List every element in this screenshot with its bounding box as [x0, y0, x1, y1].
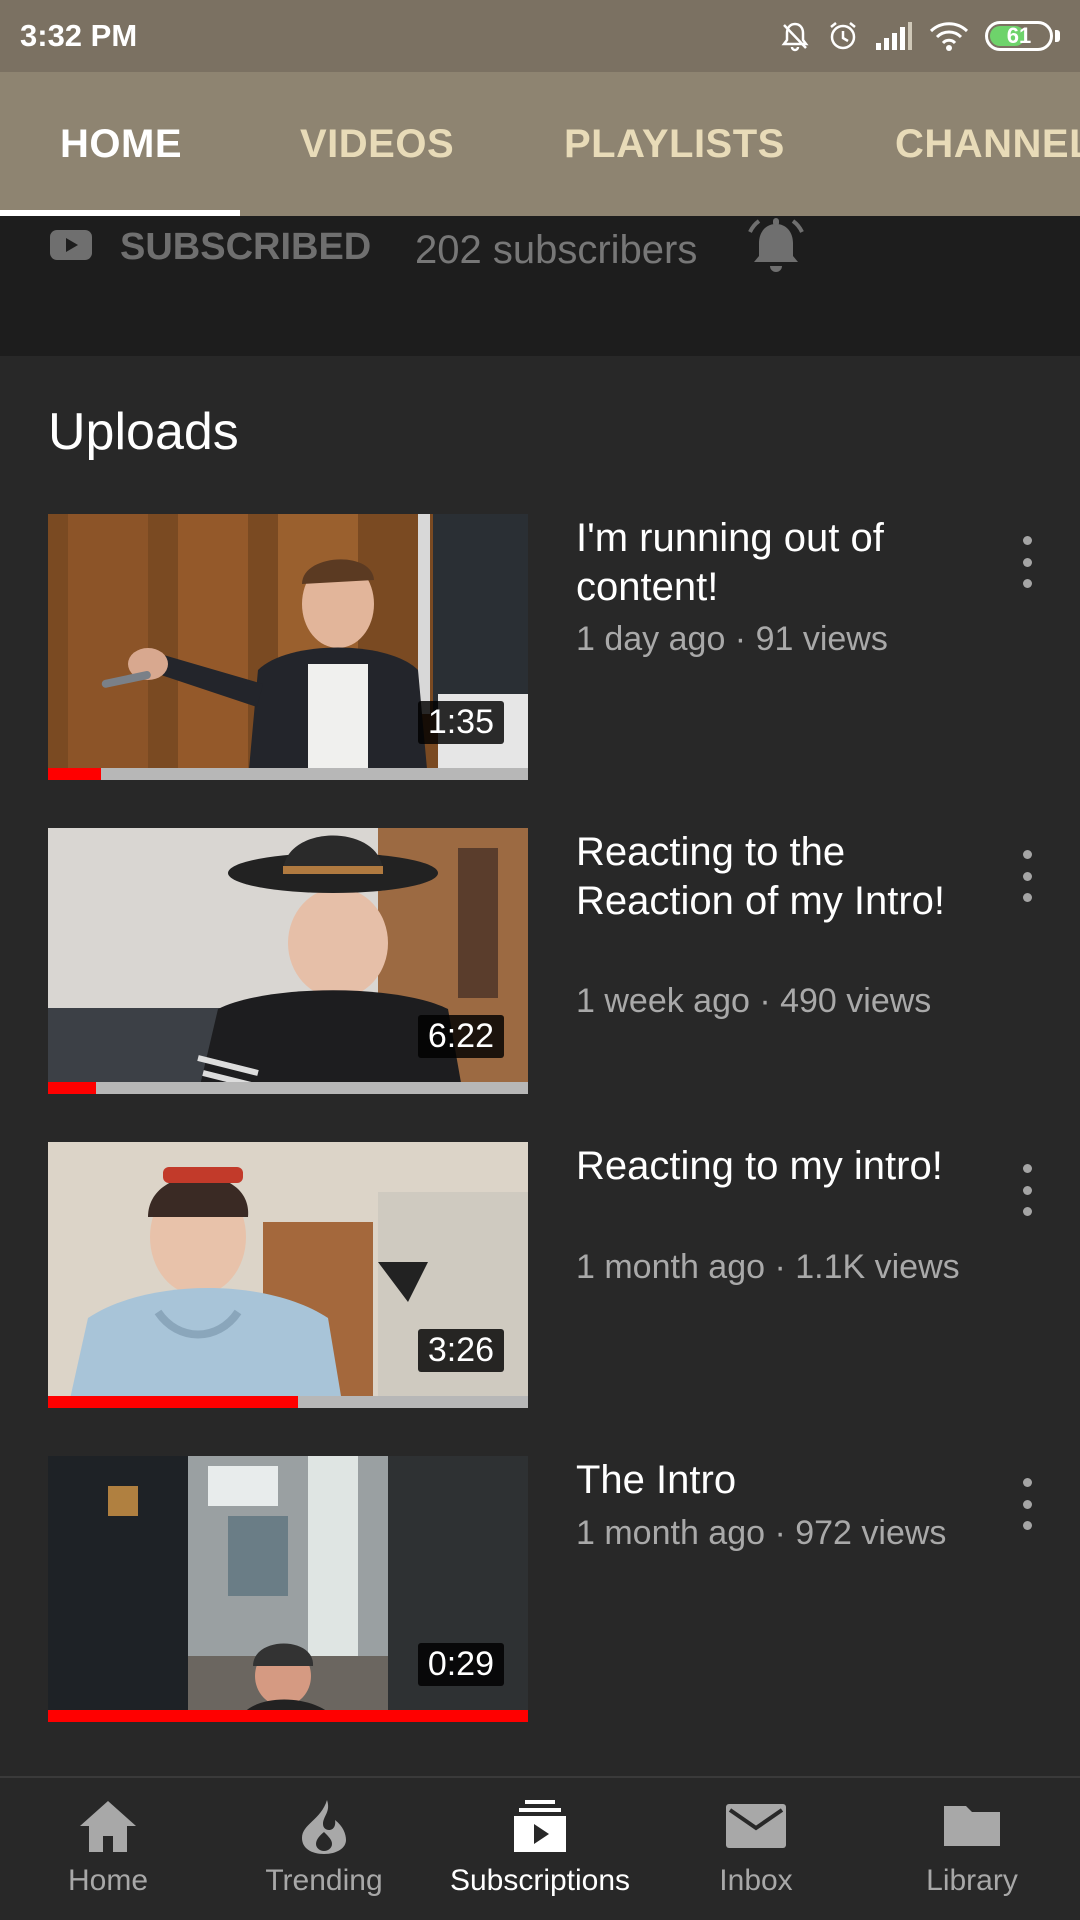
video-thumbnail[interactable]: 3:26	[48, 1142, 528, 1408]
video-title[interactable]: I'm running out of content!	[576, 514, 976, 612]
mute-bell-icon	[781, 22, 809, 52]
status-bar: 3:32 PM 61	[0, 0, 1080, 72]
watch-progress-bar	[48, 1396, 528, 1408]
watch-progress-fill	[48, 768, 101, 780]
video-duration: 3:26	[417, 1329, 504, 1372]
subscriptions-icon	[514, 1800, 566, 1852]
watch-progress-fill	[48, 1396, 298, 1408]
nav-label: Subscriptions	[449, 1864, 631, 1897]
more-options-icon[interactable]	[1012, 850, 1042, 902]
watch-progress-bar	[48, 1710, 528, 1722]
youtube-logo-icon	[50, 230, 92, 260]
nav-label: Inbox	[719, 1864, 793, 1897]
signal-icon	[876, 22, 912, 50]
subscription-bar: SUBSCRIBED 202 subscribers	[0, 216, 1080, 356]
video-meta: 1 week ago · 490 views	[576, 982, 932, 1020]
video-thumbnail[interactable]: 6:22	[48, 828, 528, 1094]
video-meta: 1 month ago · 1.1K views	[576, 1248, 960, 1286]
watch-progress-fill	[48, 1082, 96, 1094]
nav-library[interactable]: Library	[864, 1778, 1080, 1920]
battery-level: 61	[1006, 23, 1032, 48]
video-title[interactable]: Reacting to my intro!	[576, 1142, 976, 1191]
nav-subscriptions[interactable]: Subscriptions	[432, 1778, 648, 1920]
tab-videos[interactable]: VIDEOS	[300, 72, 454, 216]
video-item[interactable]: 3:26 Reacting to my intro! 1 month ago ·…	[0, 1142, 1080, 1408]
status-time: 3:32 PM	[20, 18, 138, 53]
nav-label: Trending	[265, 1864, 383, 1897]
subscriber-count: 202 subscribers	[415, 228, 698, 272]
watch-progress-bar	[48, 1082, 528, 1094]
alarm-icon	[830, 22, 856, 50]
home-icon	[80, 1801, 136, 1852]
video-title[interactable]: The Intro	[576, 1456, 976, 1505]
video-meta: 1 day ago · 91 views	[576, 620, 888, 658]
tab-channels[interactable]: CHANNEL	[895, 72, 1080, 216]
bell-icon[interactable]	[742, 216, 810, 282]
bottom-navigation: Home Trending Subscriptions Inbox Librar…	[0, 1776, 1080, 1920]
video-thumbnail[interactable]: 0:29	[48, 1456, 528, 1722]
video-item[interactable]: 6:22 Reacting to the Reaction of my Intr…	[0, 828, 1080, 1094]
watch-progress-bar	[48, 768, 528, 780]
nav-label: Home	[67, 1864, 149, 1897]
uploads-heading: Uploads	[48, 403, 239, 461]
video-item[interactable]: 1:35 I'm running out of content! 1 day a…	[0, 514, 1080, 780]
more-options-icon[interactable]	[1012, 1164, 1042, 1216]
more-options-icon[interactable]	[1012, 1478, 1042, 1530]
nav-trending[interactable]: Trending	[216, 1778, 432, 1920]
battery-icon: 61	[985, 21, 1060, 51]
nav-home[interactable]: Home	[0, 1778, 216, 1920]
video-duration: 6:22	[417, 1015, 504, 1058]
battery-body: 61	[985, 21, 1053, 51]
subscribed-button[interactable]: SUBSCRIBED	[120, 226, 371, 269]
video-item[interactable]: 0:29 The Intro 1 month ago · 972 views	[0, 1456, 1080, 1722]
folder-icon	[944, 1806, 1000, 1846]
nav-inbox[interactable]: Inbox	[648, 1778, 864, 1920]
watch-progress-fill	[48, 1710, 528, 1722]
video-title[interactable]: Reacting to the Reaction of my Intro!	[576, 828, 976, 926]
battery-tip	[1055, 30, 1060, 42]
mail-icon	[726, 1804, 786, 1848]
tab-home[interactable]: HOME	[60, 72, 182, 216]
status-icons: 61	[779, 20, 1060, 52]
video-thumbnail[interactable]: 1:35	[48, 514, 528, 780]
wifi-icon	[929, 22, 969, 51]
channel-tabs: HOME VIDEOS PLAYLISTS CHANNEL	[0, 72, 1080, 216]
video-duration: 0:29	[417, 1643, 504, 1686]
flame-icon	[302, 1800, 346, 1854]
video-duration: 1:35	[417, 701, 504, 744]
more-options-icon[interactable]	[1012, 536, 1042, 588]
video-meta: 1 month ago · 972 views	[576, 1514, 947, 1552]
tab-playlists[interactable]: PLAYLISTS	[564, 72, 785, 216]
nav-label: Library	[926, 1864, 1018, 1897]
